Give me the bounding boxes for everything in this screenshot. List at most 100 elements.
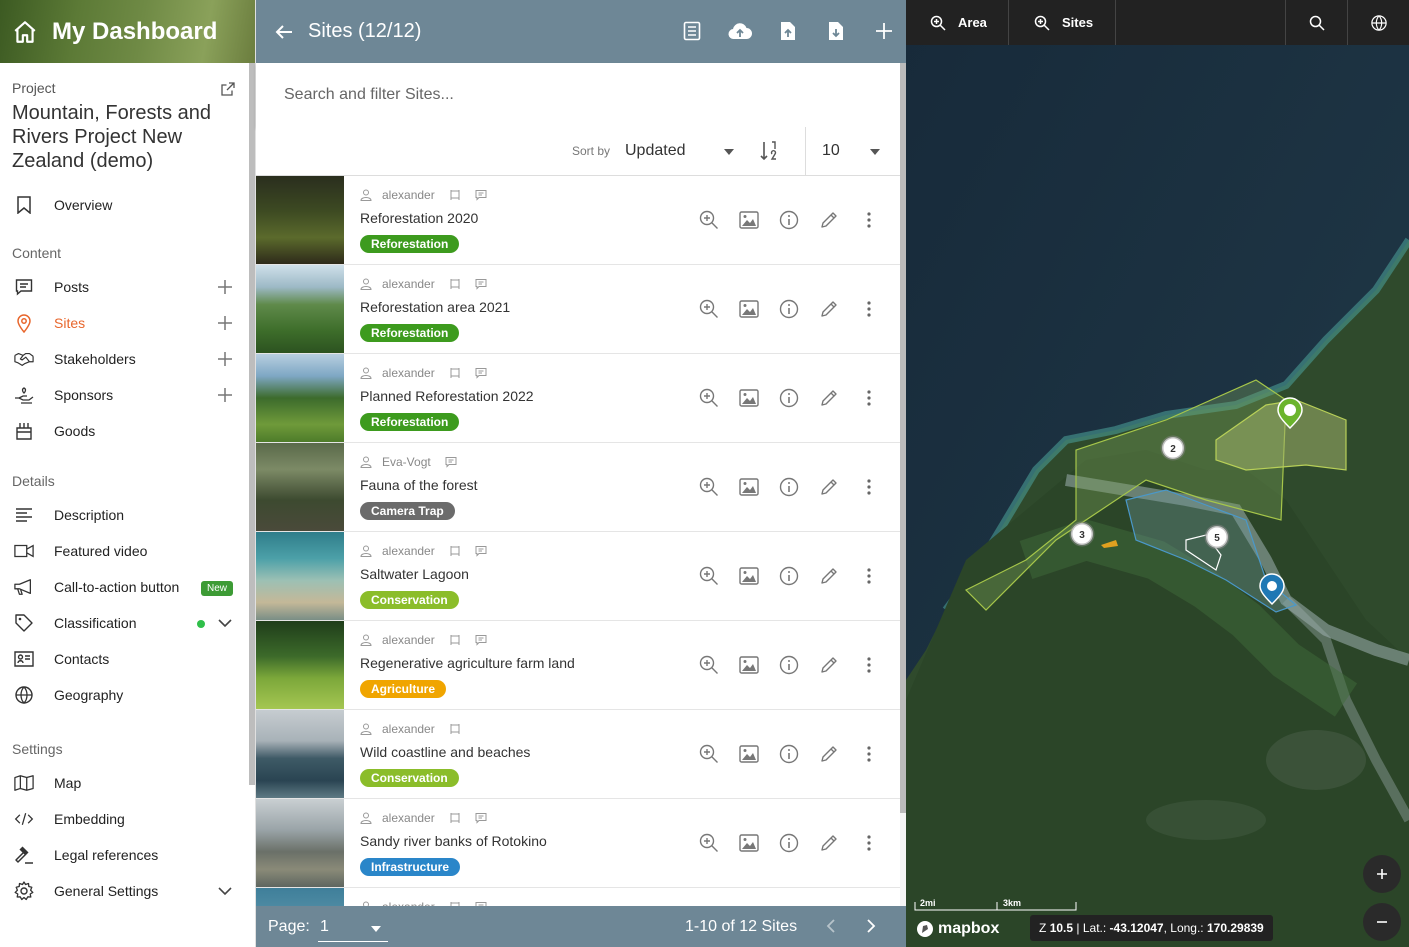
zoom-to-site-icon[interactable]: [698, 387, 720, 409]
external-link-icon[interactable]: [221, 82, 235, 96]
edit-pencil-icon[interactable]: [818, 387, 840, 409]
cluster-marker-2[interactable]: 2: [1160, 435, 1186, 461]
image-icon[interactable]: [738, 387, 760, 409]
zoom-out-button[interactable]: [1363, 903, 1401, 941]
nav-classification[interactable]: Classification: [0, 605, 255, 641]
image-icon[interactable]: [738, 565, 760, 587]
nav-contacts[interactable]: Contacts: [0, 641, 255, 677]
image-icon[interactable]: [738, 476, 760, 498]
info-icon[interactable]: [778, 476, 800, 498]
nav-posts[interactable]: Posts: [0, 269, 255, 305]
more-options-icon[interactable]: [858, 298, 880, 320]
nav-general-settings[interactable]: General Settings: [0, 873, 255, 909]
sort-order-icon[interactable]: [759, 140, 781, 162]
zoom-sites-button[interactable]: Sites: [1009, 0, 1116, 45]
map-style-button[interactable]: [1347, 0, 1409, 45]
site-title[interactable]: Sandy river banks of Rotokino: [360, 833, 547, 849]
site-row[interactable]: alexander Regenerative agriculture farm l…: [256, 621, 900, 710]
site-thumbnail[interactable]: [256, 532, 344, 620]
site-thumbnail[interactable]: [256, 621, 344, 709]
chevron-down-icon[interactable]: [217, 883, 233, 899]
add-site-button[interactable]: [872, 19, 896, 43]
nav-map[interactable]: Map: [0, 765, 255, 801]
cluster-marker-5[interactable]: 5: [1204, 524, 1230, 550]
map-search-button[interactable]: [1285, 0, 1347, 45]
nav-sponsors[interactable]: Sponsors: [0, 377, 255, 413]
nav-legal[interactable]: Legal references: [0, 837, 255, 873]
info-icon[interactable]: [778, 209, 800, 231]
more-options-icon[interactable]: [858, 209, 880, 231]
page-select[interactable]: 1: [320, 918, 329, 936]
list-view-icon[interactable]: [680, 19, 704, 43]
nav-featured-video[interactable]: Featured video: [0, 533, 255, 569]
site-thumbnail[interactable]: [256, 710, 344, 798]
image-icon[interactable]: [738, 654, 760, 676]
site-thumbnail[interactable]: [256, 354, 344, 442]
nav-embedding[interactable]: Embedding: [0, 801, 255, 837]
back-arrow-icon[interactable]: [274, 22, 294, 42]
site-title[interactable]: Regenerative agriculture farm land: [360, 655, 575, 671]
edit-pencil-icon[interactable]: [818, 476, 840, 498]
chevron-down-icon[interactable]: [217, 615, 233, 631]
image-icon[interactable]: [738, 298, 760, 320]
zoom-to-site-icon[interactable]: [698, 298, 720, 320]
satellite-map[interactable]: 2 3 5: [906, 0, 1409, 947]
chevron-left-icon[interactable]: [824, 918, 840, 934]
site-thumbnail[interactable]: [256, 265, 344, 353]
edit-pencil-icon[interactable]: [818, 298, 840, 320]
sort-by-select[interactable]: Updated: [625, 142, 686, 160]
caret-down-icon[interactable]: [369, 922, 383, 936]
nav-geography[interactable]: Geography: [0, 677, 255, 713]
site-title[interactable]: Fauna of the forest: [360, 477, 478, 493]
info-icon[interactable]: [778, 743, 800, 765]
cluster-marker-3[interactable]: 3: [1069, 521, 1095, 547]
map-view[interactable]: 2 3 5 Area Sites 2mi 3km mapbox Z 10.5 |…: [906, 0, 1409, 947]
mapbox-logo[interactable]: mapbox: [916, 920, 999, 938]
site-title[interactable]: Reforestation 2020: [360, 210, 478, 226]
more-options-icon[interactable]: [858, 387, 880, 409]
info-icon[interactable]: [778, 387, 800, 409]
add-post-icon[interactable]: [217, 279, 233, 295]
site-row[interactable]: alexander: [256, 888, 900, 906]
zoom-to-site-icon[interactable]: [698, 832, 720, 854]
per-page-select[interactable]: 10: [822, 142, 840, 160]
add-site-icon[interactable]: [217, 315, 233, 331]
more-options-icon[interactable]: [858, 832, 880, 854]
nav-sites[interactable]: Sites: [0, 305, 255, 341]
info-icon[interactable]: [778, 298, 800, 320]
zoom-to-site-icon[interactable]: [698, 743, 720, 765]
caret-down-icon[interactable]: [722, 145, 736, 159]
zoom-to-site-icon[interactable]: [698, 476, 720, 498]
site-row[interactable]: alexander Sandy river banks of Rotokino In…: [256, 799, 900, 888]
caret-down-icon[interactable]: [868, 145, 882, 159]
site-title[interactable]: Planned Reforestation 2022: [360, 388, 534, 404]
info-icon[interactable]: [778, 565, 800, 587]
site-title[interactable]: Wild coastline and beaches: [360, 744, 530, 760]
zoom-to-site-icon[interactable]: [698, 654, 720, 676]
dashboard-header[interactable]: My Dashboard: [0, 0, 255, 63]
zoom-in-button[interactable]: [1363, 855, 1401, 893]
more-options-icon[interactable]: [858, 743, 880, 765]
edit-pencil-icon[interactable]: [818, 832, 840, 854]
site-row[interactable]: alexander Reforestation 2020 Reforestation: [256, 176, 900, 265]
site-row[interactable]: alexander Wild coastline and beaches Conse…: [256, 710, 900, 799]
image-icon[interactable]: [738, 743, 760, 765]
file-upload-icon[interactable]: [776, 19, 800, 43]
site-row[interactable]: Eva-Vogt Fauna of the forest Camera Trap: [256, 443, 900, 532]
zoom-to-site-icon[interactable]: [698, 209, 720, 231]
edit-pencil-icon[interactable]: [818, 743, 840, 765]
site-row[interactable]: alexander Reforestation area 2021 Reforest…: [256, 265, 900, 354]
nav-overview[interactable]: Overview: [0, 187, 255, 223]
add-stakeholder-icon[interactable]: [217, 351, 233, 367]
nav-cta-button[interactable]: Call-to-action button New: [0, 569, 255, 605]
nav-stakeholders[interactable]: Stakeholders: [0, 341, 255, 377]
site-thumbnail[interactable]: [256, 176, 344, 264]
site-row[interactable]: alexander Planned Reforestation 2022 Refor…: [256, 354, 900, 443]
zoom-to-site-icon[interactable]: [698, 565, 720, 587]
edit-pencil-icon[interactable]: [818, 209, 840, 231]
more-options-icon[interactable]: [858, 476, 880, 498]
site-thumbnail[interactable]: [256, 443, 344, 531]
site-title[interactable]: Reforestation area 2021: [360, 299, 510, 315]
chevron-right-icon[interactable]: [862, 918, 878, 934]
info-icon[interactable]: [778, 654, 800, 676]
